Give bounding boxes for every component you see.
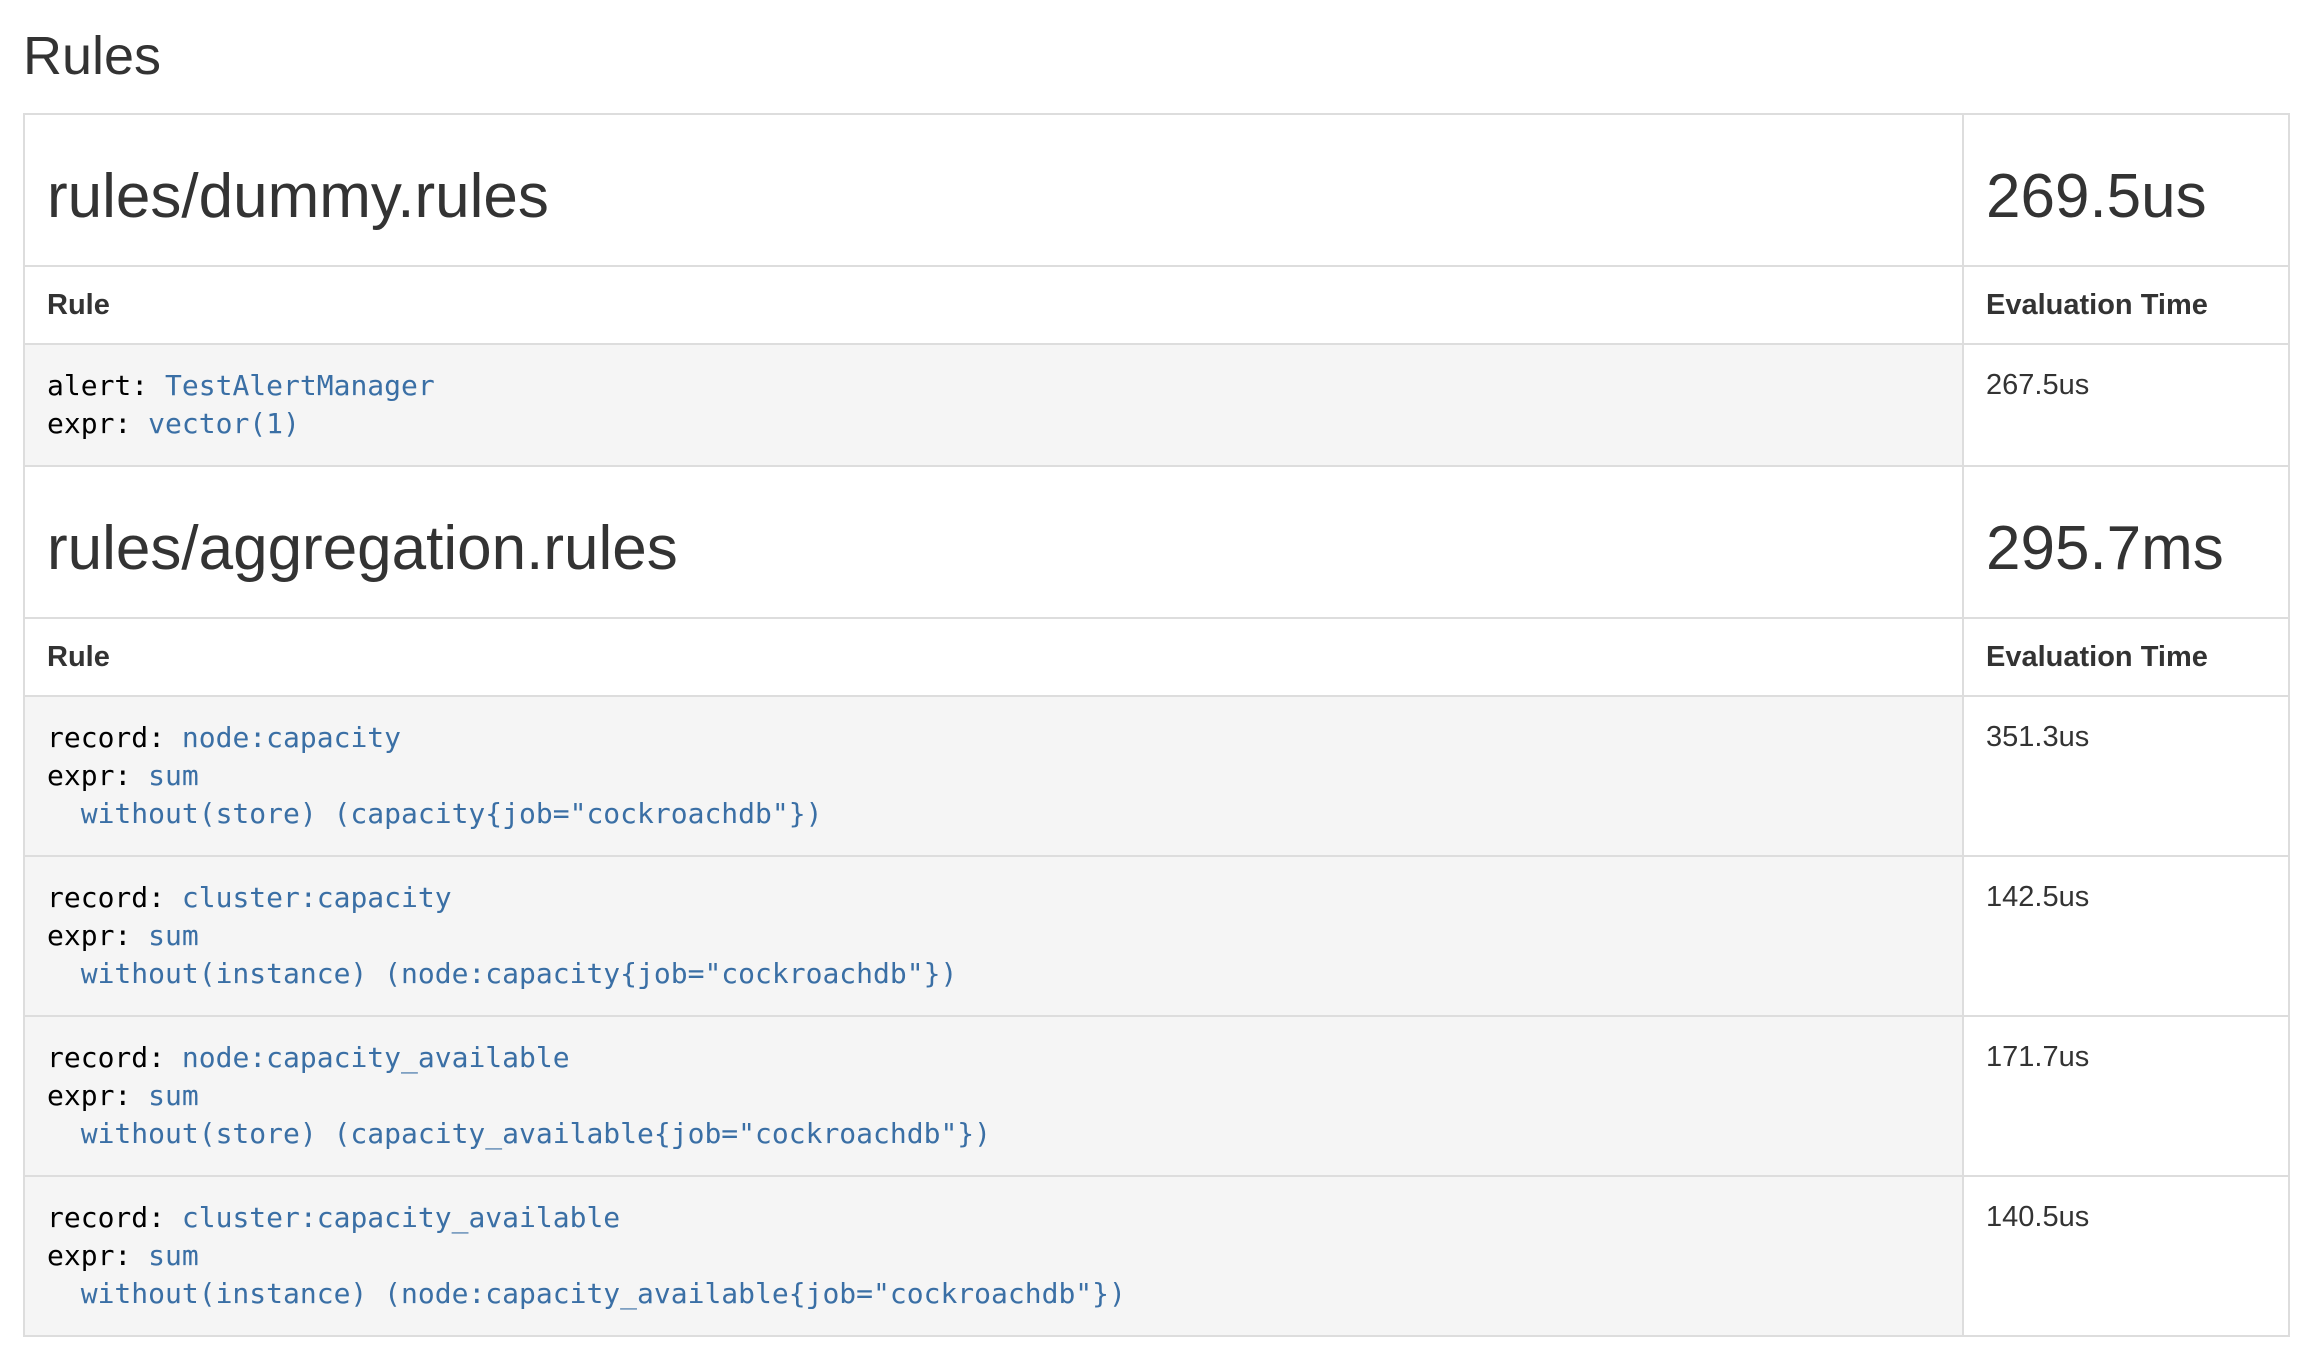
record-keyword: record: xyxy=(47,1201,165,1234)
rule-row: record: cluster:capacity expr: sum witho… xyxy=(24,856,2289,1016)
rules-table: rules/dummy.rules 269.5us Rule Evaluatio… xyxy=(23,113,2290,1337)
rule-definition: record: cluster:capacity expr: sum witho… xyxy=(47,879,1940,993)
rule-column-header: Rule xyxy=(24,618,1963,696)
rule-group-header-row: rules/dummy.rules 269.5us xyxy=(24,114,2289,266)
rule-group-header-row: rules/aggregation.rules 295.7ms xyxy=(24,466,2289,618)
rule-expr-link[interactable]: sum without(instance) (node:capacity{job… xyxy=(47,919,957,990)
rule-eval-time: 171.7us xyxy=(1963,1016,2289,1176)
rule-eval-time: 351.3us xyxy=(1963,696,2289,856)
rule-row: record: node:capacity_available expr: su… xyxy=(24,1016,2289,1176)
rule-group-name: rules/aggregation.rules xyxy=(47,509,1940,589)
rule-definition: record: cluster:capacity_available expr:… xyxy=(47,1199,1940,1313)
rule-definition: alert: TestAlertManager expr: vector(1) xyxy=(47,367,1940,443)
rule-name-link[interactable]: cluster:capacity_available xyxy=(182,1201,620,1234)
rule-row: record: cluster:capacity_available expr:… xyxy=(24,1176,2289,1336)
expr-keyword: expr: xyxy=(47,407,131,440)
page-title: Rules xyxy=(23,26,2290,86)
rule-group-name: rules/dummy.rules xyxy=(47,157,1940,237)
rule-cell: alert: TestAlertManager expr: vector(1) xyxy=(24,344,1963,466)
expr-keyword: expr: xyxy=(47,759,131,792)
record-keyword: record: xyxy=(47,881,165,914)
record-keyword: record: xyxy=(47,721,165,754)
rule-eval-time: 267.5us xyxy=(1963,344,2289,466)
rule-name-link[interactable]: cluster:capacity xyxy=(182,881,452,914)
rules-page: Rules rules/dummy.rules 269.5us Rule Eva… xyxy=(0,26,2316,1337)
alert-keyword: alert: xyxy=(47,369,148,402)
rule-eval-time: 140.5us xyxy=(1963,1176,2289,1336)
expr-keyword: expr: xyxy=(47,919,131,952)
expr-keyword: expr: xyxy=(47,1239,131,1272)
rule-expr-link[interactable]: sum without(store) (capacity{job="cockro… xyxy=(47,759,822,830)
rule-group-eval-time: 295.7ms xyxy=(1986,509,2266,589)
expr-keyword: expr: xyxy=(47,1079,131,1112)
rule-row: alert: TestAlertManager expr: vector(1) … xyxy=(24,344,2289,466)
rule-group-eval-time-cell: 295.7ms xyxy=(1963,466,2289,618)
rule-name-link[interactable]: node:capacity xyxy=(182,721,401,754)
eval-time-column-header: Evaluation Time xyxy=(1963,618,2289,696)
rule-group-file-cell: rules/aggregation.rules xyxy=(24,466,1963,618)
rule-expr-link[interactable]: vector(1) xyxy=(148,407,300,440)
eval-time-column-header: Evaluation Time xyxy=(1963,266,2289,344)
record-keyword: record: xyxy=(47,1041,165,1074)
rule-group-eval-time-cell: 269.5us xyxy=(1963,114,2289,266)
rule-group-file-cell: rules/dummy.rules xyxy=(24,114,1963,266)
rule-definition: record: node:capacity expr: sum without(… xyxy=(47,719,1940,833)
rule-cell: record: cluster:capacity_available expr:… xyxy=(24,1176,1963,1336)
column-header-row: Rule Evaluation Time xyxy=(24,618,2289,696)
rule-cell: record: cluster:capacity expr: sum witho… xyxy=(24,856,1963,1016)
rule-name-link[interactable]: TestAlertManager xyxy=(165,369,435,402)
rule-row: record: node:capacity expr: sum without(… xyxy=(24,696,2289,856)
rule-definition: record: node:capacity_available expr: su… xyxy=(47,1039,1940,1153)
rule-name-link[interactable]: node:capacity_available xyxy=(182,1041,570,1074)
rule-eval-time: 142.5us xyxy=(1963,856,2289,1016)
rule-cell: record: node:capacity expr: sum without(… xyxy=(24,696,1963,856)
rule-column-header: Rule xyxy=(24,266,1963,344)
rule-expr-link[interactable]: sum without(instance) (node:capacity_ava… xyxy=(47,1239,1126,1310)
rule-expr-link[interactable]: sum without(store) (capacity_available{j… xyxy=(47,1079,991,1150)
rule-cell: record: node:capacity_available expr: su… xyxy=(24,1016,1963,1176)
rule-group-eval-time: 269.5us xyxy=(1986,157,2266,237)
column-header-row: Rule Evaluation Time xyxy=(24,266,2289,344)
